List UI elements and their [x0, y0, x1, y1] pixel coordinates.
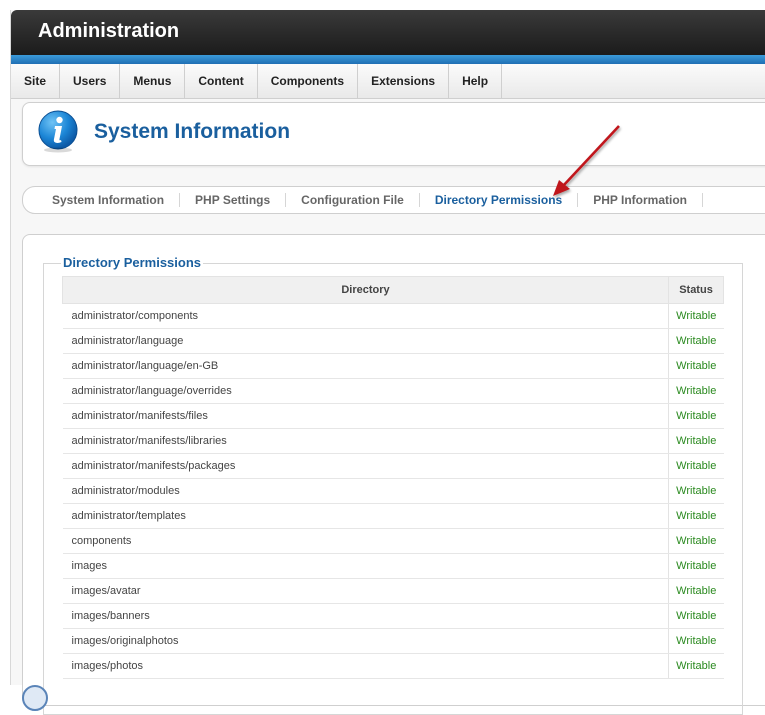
menu-item-help[interactable]: Help	[449, 64, 503, 98]
directory-path: images/banners	[62, 603, 669, 629]
menu-item-menus[interactable]: Menus	[120, 64, 186, 98]
directory-path: images	[62, 553, 669, 579]
directory-path: images/photos	[62, 653, 669, 679]
table-row: administrator/manifests/packages Writable	[62, 453, 724, 479]
status-value: Writable	[668, 603, 724, 629]
content-panel: Directory Permissions Directory Status a…	[22, 234, 765, 715]
status-value: Writable	[668, 503, 724, 529]
status-value: Writable	[668, 453, 724, 479]
directory-path: administrator/modules	[62, 478, 669, 504]
status-value: Writable	[668, 378, 724, 404]
status-value: Writable	[668, 353, 724, 379]
table-row: administrator/manifests/libraries Writabl…	[62, 428, 724, 454]
directory-permissions-section: Directory Permissions Directory Status a…	[43, 255, 743, 715]
column-header-status[interactable]: Status	[668, 276, 724, 304]
directory-path: administrator/manifests/libraries	[62, 428, 669, 454]
app-title: Administration	[38, 20, 180, 42]
main-menu-bar: Site Users Menus Content Components Extension…	[11, 64, 765, 99]
directory-path: images/originalphotos	[62, 628, 669, 654]
status-value: Writable	[668, 328, 724, 354]
table-row: images/avatar Writable	[62, 578, 724, 604]
status-value: Writable	[668, 553, 724, 579]
tab-configuration-file[interactable]: Configuration File	[286, 193, 420, 207]
directory-path: administrator/language/en-GB	[62, 353, 669, 379]
column-header-directory[interactable]: Directory	[62, 276, 669, 304]
directory-path: administrator/language/overrides	[62, 378, 669, 404]
red-arrow-annotation	[553, 125, 620, 196]
status-value: Writable	[668, 528, 724, 554]
corner-icon	[22, 685, 48, 711]
tab-bar: System Information PHP Settings Configurat…	[22, 186, 765, 214]
status-value: Writable	[668, 303, 724, 329]
admin-window: Administration Site Users Menus Content Comp…	[10, 10, 765, 715]
table-row: components Writable	[62, 528, 724, 554]
table-row: administrator/manifests/files Writable	[62, 403, 724, 429]
table-row: images/originalphotos Writable	[62, 628, 724, 654]
directory-path: administrator/templates	[62, 503, 669, 529]
top-bar: Administration	[11, 10, 765, 55]
permissions-table: Directory Status administrator/component…	[62, 276, 724, 679]
status-value: Writable	[668, 478, 724, 504]
table-row: administrator/components Writable	[62, 303, 724, 329]
menu-item-users[interactable]: Users	[60, 64, 121, 98]
table-row: administrator/language Writable	[62, 328, 724, 354]
tab-system-information[interactable]: System Information	[37, 193, 181, 207]
menu-item-extensions[interactable]: Extensions	[358, 64, 450, 98]
page-title: System Information	[94, 120, 291, 143]
directory-path: components	[62, 528, 669, 554]
menu-item-content[interactable]: Content	[185, 64, 258, 98]
info-icon	[38, 110, 78, 153]
table-row: images Writable	[62, 553, 724, 579]
status-value: Writable	[668, 628, 724, 654]
directory-path: administrator/components	[62, 303, 669, 329]
page-header: System Information	[22, 102, 765, 166]
status-value: Writable	[668, 578, 724, 604]
tab-php-settings[interactable]: PHP Settings	[180, 193, 287, 207]
directory-path: administrator/language	[62, 328, 669, 354]
directory-path: administrator/manifests/files	[62, 403, 669, 429]
table-row: administrator/language/en-GB Writable	[62, 353, 724, 379]
section-legend: Directory Permissions	[61, 255, 204, 270]
status-value: Writable	[668, 403, 724, 429]
table-row: administrator/templates Writable	[62, 503, 724, 529]
table-row: administrator/modules Writable	[62, 478, 724, 504]
table-row: administrator/language/overrides Writable	[62, 378, 724, 404]
menu-item-site[interactable]: Site	[11, 64, 61, 98]
menu-item-components[interactable]: Components	[258, 64, 359, 98]
table-row: images/banners Writable	[62, 603, 724, 629]
directory-path: administrator/manifests/packages	[62, 453, 669, 479]
status-value: Writable	[668, 653, 724, 679]
status-value: Writable	[668, 428, 724, 454]
table-row: images/photos Writable	[62, 653, 724, 679]
directory-path: images/avatar	[62, 578, 669, 604]
accent-bar	[11, 55, 765, 64]
